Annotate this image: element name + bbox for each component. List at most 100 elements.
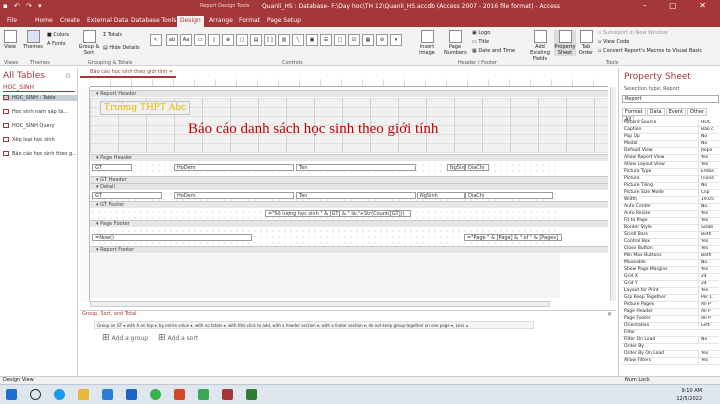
close-icon[interactable]: ✕ xyxy=(169,68,173,77)
subreport-button[interactable]: ▫ Subreport in New Window xyxy=(598,30,668,36)
prop-tab-data[interactable]: Data xyxy=(646,108,665,116)
quick-access-toolbar[interactable]: ▪ ↶ ↷ ▾ xyxy=(3,2,44,10)
detail-field[interactable]: NgSinh xyxy=(417,192,465,199)
tab-order-button[interactable]: Tab Order xyxy=(577,30,595,56)
checkbox-tool[interactable]: ☑ xyxy=(348,34,360,46)
property-value[interactable]: All P xyxy=(698,309,719,315)
property-row[interactable]: Allow Filters Yes xyxy=(622,358,719,365)
property-value[interactable]: No xyxy=(698,337,719,343)
clock-date[interactable]: 12/5/2022 xyxy=(666,396,702,402)
property-value[interactable]: No xyxy=(698,141,719,147)
toggle-tool[interactable]: ▣ xyxy=(306,34,318,46)
windows-start-icon[interactable] xyxy=(6,389,17,400)
line-tool[interactable]: ╲ xyxy=(292,34,304,46)
detail-field[interactable]: HoDem xyxy=(174,192,294,199)
prop-tab-event[interactable]: Event xyxy=(665,108,686,116)
search-icon[interactable] xyxy=(30,389,41,400)
property-row[interactable]: Grid Y 24 xyxy=(622,281,719,288)
nav-item[interactable]: Xếp loại học sinh xyxy=(3,137,77,143)
section-report-footer[interactable]: ▾ Report Footer xyxy=(90,246,608,253)
tab-database-tools[interactable]: Database Tools xyxy=(128,16,179,27)
property-value[interactable]: 19.05 xyxy=(698,197,719,203)
nav-group-name[interactable]: HOC_SINH xyxy=(3,84,75,92)
property-value[interactable]: Yes xyxy=(698,288,719,294)
tab-file[interactable]: File xyxy=(4,16,20,27)
property-row[interactable]: Picture (none xyxy=(622,176,719,183)
vertical-scrollbar[interactable] xyxy=(610,87,616,301)
page-header-label[interactable]: GT xyxy=(92,164,132,171)
recorder-icon[interactable] xyxy=(246,389,257,400)
property-row[interactable]: Close Button Yes xyxy=(622,246,719,253)
nav-item[interactable]: HOC_SINH : Table xyxy=(3,95,77,101)
unbound-frame-tool[interactable]: ▦ xyxy=(362,34,374,46)
report-footer-area[interactable] xyxy=(90,254,560,298)
property-row[interactable]: Filter On Load No xyxy=(622,337,719,344)
property-value[interactable]: Yes xyxy=(698,267,719,273)
property-value[interactable]: Báo c xyxy=(698,127,719,133)
property-row[interactable]: Fit to Page Yes xyxy=(622,218,719,225)
fonts-button[interactable]: A Fonts xyxy=(47,41,66,47)
title-button[interactable]: ▭ Title xyxy=(472,39,489,45)
property-row[interactable]: Layout for Print Yes xyxy=(622,288,719,295)
property-row[interactable]: Order By xyxy=(622,344,719,351)
label-tool[interactable]: Aa xyxy=(180,34,192,46)
property-row[interactable]: Order By On Load Yes xyxy=(622,351,719,358)
view-code-button[interactable]: ▫ View Code xyxy=(598,39,629,45)
themes-button[interactable]: Themes xyxy=(22,30,44,50)
store-icon[interactable] xyxy=(102,389,113,400)
property-sheet-button[interactable]: Property Sheet xyxy=(554,30,576,56)
web-browser-tool[interactable]: ▢ xyxy=(236,34,248,46)
page-number-expression-field[interactable]: ="Page " & [Page] & " of " & [Pages] xyxy=(464,234,562,241)
more-controls-tool[interactable]: ▾ xyxy=(390,34,402,46)
nav-header[interactable]: All Tables xyxy=(3,71,45,81)
detail-field[interactable]: DiaChi xyxy=(465,192,553,199)
property-row[interactable]: Auto Center No xyxy=(622,204,719,211)
nav-item[interactable]: HOC_SINH Query xyxy=(3,123,77,129)
group-tool[interactable]: [ ] xyxy=(264,34,276,46)
tab-page-setup[interactable]: Page Setup xyxy=(264,16,304,27)
select-tool[interactable]: ↖ xyxy=(150,34,162,46)
nav-dropdown-icon[interactable]: ⊙ xyxy=(65,72,71,80)
property-row[interactable]: Picture Tiling No xyxy=(622,183,719,190)
property-value[interactable]: No xyxy=(698,204,719,210)
chrome-icon[interactable] xyxy=(150,389,161,400)
property-row[interactable]: Scroll Bars Both xyxy=(622,232,719,239)
rectangle-tool[interactable]: □ xyxy=(334,34,346,46)
insert-image-button[interactable]: Insert Image xyxy=(416,30,438,56)
page-numbers-button[interactable]: Page Numbers xyxy=(444,30,467,56)
property-value[interactable]: Yes xyxy=(698,162,719,168)
add-existing-fields-button[interactable]: Add Existing Fields xyxy=(527,30,553,62)
nav-item[interactable]: Học sinh nam sắp tă... xyxy=(3,109,77,115)
hyperlink-tool[interactable]: ⊕ xyxy=(222,34,234,46)
tab-control-tool[interactable]: ▯ xyxy=(208,34,220,46)
property-value[interactable]: All P xyxy=(698,316,719,322)
prop-tab-format[interactable]: Format xyxy=(622,108,646,116)
clock-time[interactable]: 9:10 AM xyxy=(666,388,702,394)
textbox-tool[interactable]: ab xyxy=(166,34,178,46)
property-value[interactable]: Both xyxy=(698,253,719,259)
hide-details-button[interactable]: ▤ Hide Details xyxy=(103,45,140,51)
property-value[interactable]: Yes xyxy=(698,155,719,161)
property-row[interactable]: Record Source HOC xyxy=(622,120,719,127)
property-value[interactable]: Yes xyxy=(698,358,719,364)
section-page-header[interactable]: ▾ Page Header xyxy=(90,154,608,161)
mail-icon[interactable] xyxy=(126,389,137,400)
page-header-label[interactable]: HoDem xyxy=(174,164,294,171)
prop-tab-other[interactable]: Other xyxy=(686,108,708,116)
property-value[interactable]: Both xyxy=(698,232,719,238)
close-icon[interactable]: ✕ xyxy=(607,311,612,318)
property-row[interactable]: Page Footer All P xyxy=(622,316,719,323)
property-row[interactable]: Control Box Yes xyxy=(622,239,719,246)
property-row[interactable]: Min Max Buttons Both xyxy=(622,253,719,260)
detail-field[interactable]: Ten xyxy=(296,192,416,199)
property-value[interactable]: Yes xyxy=(698,246,719,252)
property-row[interactable]: Picture Size Mode Clip xyxy=(622,190,719,197)
page-header-label[interactable]: Ten xyxy=(296,164,416,171)
powerpoint-icon[interactable] xyxy=(174,389,185,400)
property-value[interactable]: Yes xyxy=(698,239,719,245)
property-row[interactable]: Default View Repo xyxy=(622,148,719,155)
property-row[interactable]: Filter xyxy=(622,330,719,337)
file-explorer-icon[interactable] xyxy=(78,389,89,400)
property-row[interactable]: Grp Keep Together Per C xyxy=(622,295,719,302)
attachment-tool[interactable]: ⊘ xyxy=(376,34,388,46)
